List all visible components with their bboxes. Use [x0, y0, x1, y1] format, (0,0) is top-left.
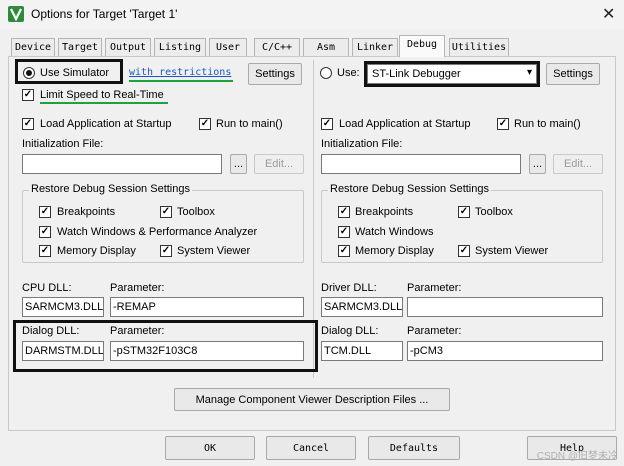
right-dialog-parameter-input[interactable]: -pCM3 — [407, 341, 603, 361]
limit-speed-underline — [40, 102, 168, 104]
tab-debug[interactable]: Debug — [399, 35, 445, 57]
defaults-button[interactable]: Defaults — [368, 436, 460, 460]
tab-utilities[interactable]: Utilities — [449, 38, 509, 56]
right-breakpoints-checkbox[interactable]: ✓ — [338, 206, 350, 218]
right-run-main-label: Run to main() — [514, 118, 581, 130]
close-icon[interactable]: ✕ — [602, 4, 615, 24]
left-memory-label: Memory Display — [57, 245, 136, 257]
left-breakpoints-checkbox[interactable]: ✓ — [39, 206, 51, 218]
cpu-parameter-input[interactable]: -REMAP — [110, 297, 304, 317]
limit-speed-label: Limit Speed to Real-Time — [40, 89, 164, 101]
right-dialog-dll-label: Dialog DLL: — [321, 325, 379, 337]
right-browse-button[interactable]: ... — [529, 154, 546, 174]
debugger-select-value: ST-Link Debugger — [372, 68, 461, 80]
left-breakpoints-label: Breakpoints — [57, 206, 116, 218]
left-init-file-input[interactable] — [22, 154, 222, 174]
tab-cc[interactable]: C/C++ — [254, 38, 300, 56]
right-dialog-parameter-label: Parameter: — [407, 325, 462, 337]
window-title: Options for Target 'Target 1' — [31, 7, 178, 21]
right-toolbox-checkbox[interactable]: ✓ — [458, 206, 470, 218]
left-dialog-parameter-label: Parameter: — [110, 325, 165, 337]
left-load-app-label: Load Application at Startup — [40, 118, 172, 130]
use-debugger-radio[interactable] — [320, 67, 332, 79]
cpu-dll-input[interactable]: SARMCM3.DLL — [22, 297, 104, 317]
driver-dll-input[interactable]: SARMCM3.DLL — [321, 297, 403, 317]
restrictions-underline — [129, 80, 233, 82]
driver-dll-label: Driver DLL: — [321, 282, 377, 294]
app-icon — [8, 6, 24, 22]
limit-speed-checkbox[interactable]: ✓ — [22, 89, 34, 101]
right-watch-checkbox[interactable]: ✓ — [338, 226, 350, 238]
left-watch-checkbox[interactable]: ✓ — [39, 226, 51, 238]
right-toolbox-label: Toolbox — [475, 206, 513, 218]
left-system-viewer-label: System Viewer — [177, 245, 251, 257]
left-init-file-label: Initialization File: — [22, 138, 104, 150]
cancel-button[interactable]: Cancel — [266, 436, 356, 460]
right-memory-checkbox[interactable]: ✓ — [338, 245, 350, 257]
left-restore-group-title: Restore Debug Session Settings — [29, 183, 192, 195]
left-load-app-checkbox[interactable]: ✓ — [22, 118, 34, 130]
left-edit-button[interactable]: Edit... — [254, 154, 304, 174]
chevron-down-icon: ▾ — [526, 67, 532, 78]
right-load-app-label: Load Application at Startup — [339, 118, 471, 130]
right-watch-label: Watch Windows — [355, 226, 434, 238]
left-dialog-dll-input[interactable]: DARMSTM.DLL — [22, 341, 104, 361]
tab-device[interactable]: Device — [11, 38, 55, 56]
left-dialog-parameter-input[interactable]: -pSTM32F103C8 — [110, 341, 304, 361]
manage-component-viewer-button[interactable]: Manage Component Viewer Description File… — [174, 388, 450, 411]
right-restore-group-title: Restore Debug Session Settings — [328, 183, 491, 195]
tab-target[interactable]: Target — [58, 38, 102, 56]
tab-linker[interactable]: Linker — [352, 38, 398, 56]
driver-parameter-label: Parameter: — [407, 282, 462, 294]
right-breakpoints-label: Breakpoints — [355, 206, 414, 218]
left-run-main-checkbox[interactable]: ✓ — [199, 118, 211, 130]
tab-asm[interactable]: Asm — [303, 38, 349, 56]
cpu-parameter-label: Parameter: — [110, 282, 165, 294]
left-watch-label: Watch Windows & Performance Analyzer — [57, 226, 258, 238]
left-toolbox-checkbox[interactable]: ✓ — [160, 206, 172, 218]
use-simulator-radio[interactable] — [23, 67, 35, 79]
use-simulator-label: Use Simulator — [40, 67, 110, 79]
left-browse-button[interactable]: ... — [230, 154, 247, 174]
watermark: CSDN @旧梦未冷 — [536, 451, 618, 462]
left-dialog-dll-label: Dialog DLL: — [22, 325, 80, 337]
right-edit-button[interactable]: Edit... — [553, 154, 603, 174]
use-label: Use: — [337, 67, 360, 79]
tab-user[interactable]: User — [209, 38, 247, 56]
right-system-viewer-label: System Viewer — [475, 245, 549, 257]
right-init-file-input[interactable] — [321, 154, 521, 174]
debugger-select[interactable]: ST-Link Debugger ▾ — [367, 64, 537, 84]
left-toolbox-label: Toolbox — [177, 206, 215, 218]
right-run-main-checkbox[interactable]: ✓ — [497, 118, 509, 130]
right-settings-button[interactable]: Settings — [546, 63, 600, 85]
tab-output[interactable]: Output — [105, 38, 151, 56]
driver-parameter-input[interactable] — [407, 297, 603, 317]
ok-button[interactable]: OK — [165, 436, 255, 460]
cpu-dll-label: CPU DLL: — [22, 282, 72, 294]
right-init-file-label: Initialization File: — [321, 138, 403, 150]
restrictions-link[interactable]: with restrictions — [129, 67, 231, 78]
left-settings-button[interactable]: Settings — [248, 63, 302, 85]
left-memory-checkbox[interactable]: ✓ — [39, 245, 51, 257]
left-run-main-label: Run to main() — [216, 118, 283, 130]
tab-listing[interactable]: Listing — [154, 38, 206, 56]
right-memory-label: Memory Display — [355, 245, 434, 257]
right-system-viewer-checkbox[interactable]: ✓ — [458, 245, 470, 257]
right-load-app-checkbox[interactable]: ✓ — [321, 118, 333, 130]
left-system-viewer-checkbox[interactable]: ✓ — [160, 245, 172, 257]
right-dialog-dll-input[interactable]: TCM.DLL — [321, 341, 403, 361]
